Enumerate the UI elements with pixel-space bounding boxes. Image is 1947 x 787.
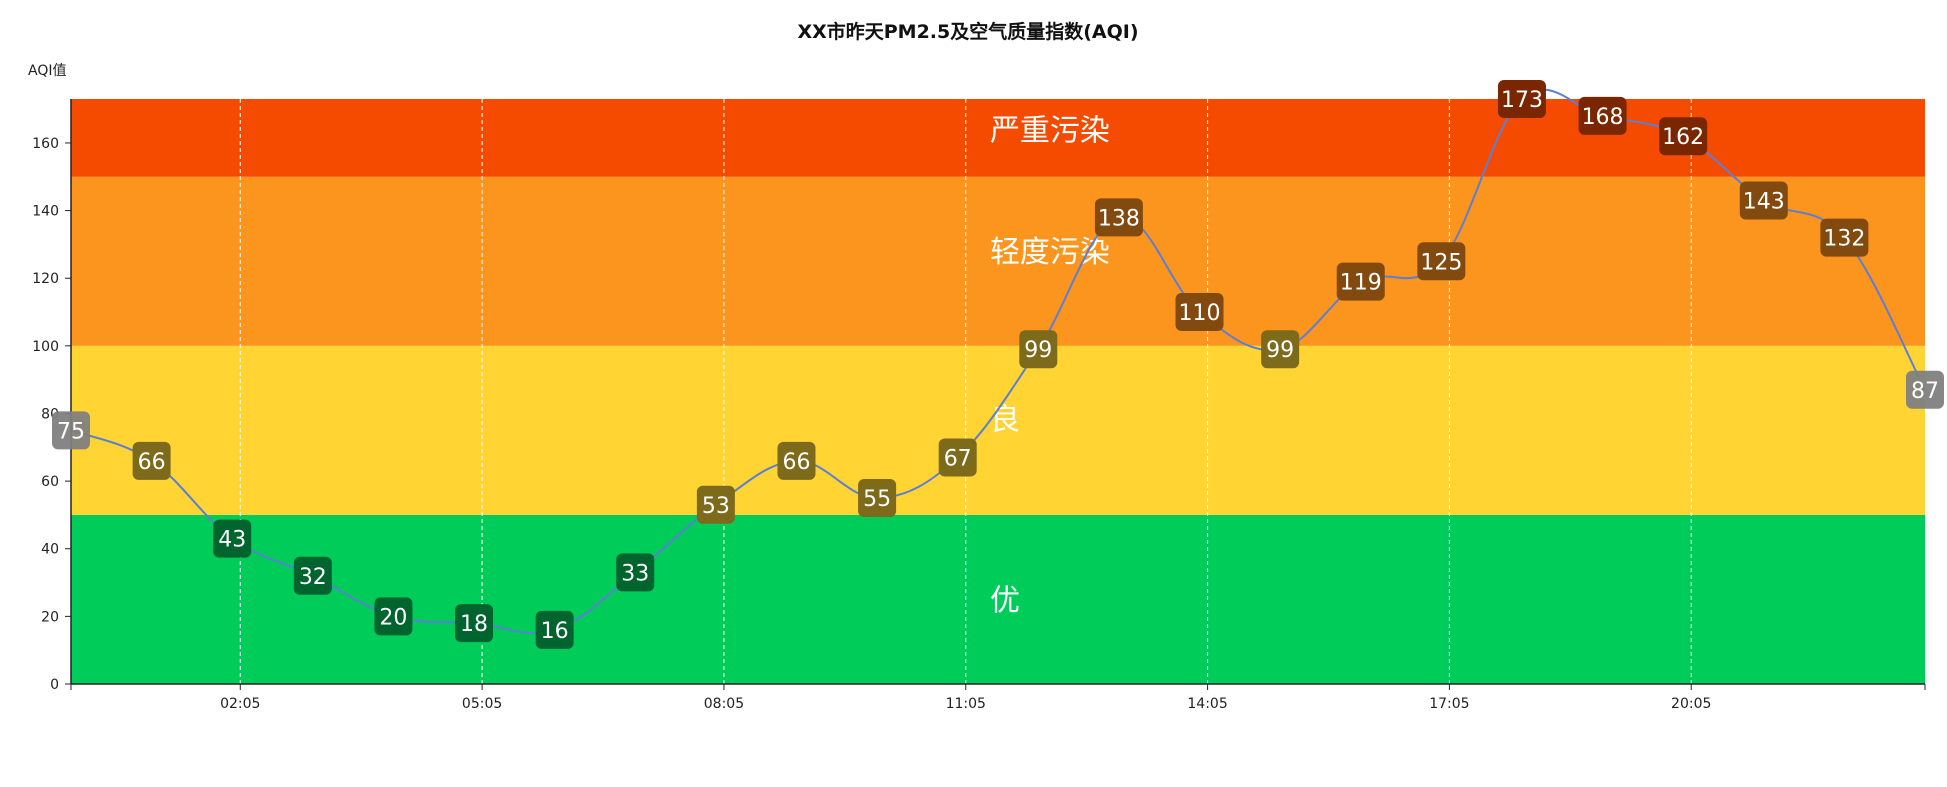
data-label-text: 32 [299, 565, 327, 590]
x-tick-label-6: 20:05 [1671, 696, 1711, 712]
data-label-23: 87 [1906, 370, 1944, 409]
data-label-text: 55 [863, 487, 891, 512]
band-label-3: 严重污染 [990, 113, 1110, 148]
data-label-text: 143 [1743, 189, 1785, 214]
data-label-17: 125 [1417, 242, 1466, 281]
data-label-text: 99 [1024, 338, 1052, 363]
data-label-text: 132 [1823, 227, 1865, 252]
data-label-text: 168 [1582, 105, 1624, 130]
band-label-1: 良 [990, 403, 1020, 438]
y-tick-label-6: 120 [32, 271, 59, 287]
data-label-2: 43 [213, 519, 252, 558]
data-label-text: 173 [1501, 88, 1543, 113]
aqi-chart: XX市昨天PM2.5及空气质量指数(AQI) AQI值 020406080100… [28, 20, 1944, 712]
chart-title: XX市昨天PM2.5及空气质量指数(AQI) [797, 20, 1138, 43]
data-label-text: 33 [621, 561, 649, 586]
data-label-11: 67 [938, 438, 977, 477]
x-tick-label-4: 14:05 [1187, 696, 1227, 712]
data-label-text: 20 [379, 605, 407, 630]
y-tick-label-1: 20 [41, 609, 59, 625]
y-axis-title: AQI值 [28, 63, 66, 79]
data-label-15: 99 [1261, 330, 1300, 369]
data-label-10: 55 [858, 479, 897, 518]
x-tick-label-2: 08:05 [704, 696, 744, 712]
data-label-text: 99 [1266, 338, 1294, 363]
data-label-1: 66 [132, 441, 171, 480]
data-label-text: 75 [57, 419, 85, 444]
y-tick-label-3: 60 [41, 474, 59, 490]
x-tick-label-5: 17:05 [1429, 696, 1469, 712]
data-label-text: 16 [541, 619, 569, 644]
data-label-12: 99 [1019, 330, 1058, 369]
x-tick-label-0: 02:05 [220, 696, 260, 712]
data-label-0: 75 [52, 411, 90, 450]
data-label-text: 43 [218, 528, 246, 553]
data-label-18: 173 [1497, 80, 1546, 118]
data-label-4: 20 [374, 597, 413, 636]
band-label-2: 轻度污染 [990, 235, 1110, 270]
band-label-0: 优 [990, 583, 1020, 618]
data-label-13: 138 [1094, 198, 1143, 237]
data-label-7: 33 [616, 553, 655, 592]
data-label-6: 16 [535, 610, 574, 649]
data-label-14: 110 [1175, 293, 1224, 332]
data-label-text: 53 [702, 494, 730, 519]
y-tick-label-8: 160 [32, 136, 59, 152]
data-label-text: 110 [1179, 301, 1221, 326]
data-label-text: 18 [460, 612, 488, 637]
data-label-8: 53 [696, 485, 735, 524]
data-label-text: 66 [138, 450, 166, 475]
data-label-text: 125 [1420, 250, 1462, 275]
data-label-text: 119 [1340, 271, 1382, 296]
x-tick-label-1: 05:05 [462, 696, 502, 712]
y-tick-label-2: 40 [41, 542, 59, 558]
x-tick-label-3: 11:05 [946, 696, 986, 712]
data-label-text: 87 [1911, 379, 1939, 404]
y-tick-label-7: 140 [32, 204, 59, 220]
data-label-22: 132 [1820, 218, 1869, 257]
data-label-text: 138 [1098, 206, 1140, 231]
data-label-3: 32 [293, 556, 332, 595]
y-tick-label-0: 0 [50, 677, 59, 693]
data-label-21: 143 [1739, 181, 1788, 220]
y-tick-label-5: 100 [32, 339, 59, 355]
data-label-16: 119 [1336, 262, 1385, 301]
data-label-20: 162 [1659, 117, 1708, 156]
data-label-9: 66 [777, 441, 816, 480]
data-label-text: 67 [944, 446, 972, 471]
data-label-19: 168 [1578, 96, 1627, 135]
data-label-5: 18 [455, 604, 494, 643]
data-label-text: 162 [1662, 125, 1704, 150]
data-label-text: 66 [782, 450, 810, 475]
